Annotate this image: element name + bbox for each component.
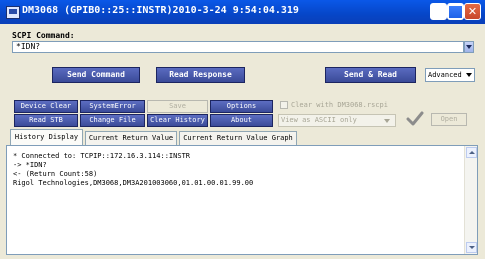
clear-history-button[interactable]: Clear History: [147, 114, 208, 127]
title-bar[interactable]: DM3068 (GPIB0::25::INSTR)2010-3-24 9:54:…: [0, 0, 485, 24]
app-window: DM3068 (GPIB0::25::INSTR)2010-3-24 9:54:…: [0, 0, 485, 259]
change-file-button[interactable]: Change File: [80, 114, 145, 127]
app-icon: [6, 6, 20, 19]
minimize-icon: [431, 4, 446, 19]
arrow-down-icon: [469, 246, 475, 249]
send-command-button[interactable]: Send Command: [52, 67, 140, 83]
send-read-button[interactable]: Send & Read: [325, 67, 416, 83]
tab-history-display[interactable]: History Display: [10, 129, 83, 146]
scpi-command-input[interactable]: *IDN?: [12, 41, 464, 53]
maximize-button[interactable]: [447, 3, 464, 20]
save-button[interactable]: Save: [147, 100, 208, 113]
scroll-up-button[interactable]: [466, 147, 477, 158]
clear-with-file-label: Clear with DM3068.rscpi: [291, 101, 388, 109]
clear-with-file-checkbox[interactable]: [280, 101, 288, 109]
about-button[interactable]: About: [210, 114, 273, 127]
close-button[interactable]: ✕: [464, 3, 481, 20]
checkmark-icon: [406, 111, 424, 126]
minimize-button[interactable]: [430, 3, 447, 20]
tab-current-return-value[interactable]: Current Return Value: [85, 131, 177, 145]
open-button[interactable]: Open: [431, 113, 467, 126]
view-mode-value: View as ASCII only: [281, 116, 357, 124]
read-response-button[interactable]: Read Response: [156, 67, 245, 83]
tab-current-return-value-graph[interactable]: Current Return Value Graph: [179, 131, 297, 145]
view-mode-select[interactable]: View as ASCII only: [278, 114, 396, 127]
scpi-command-label: SCPI Command:: [12, 31, 75, 40]
chevron-down-icon: [466, 45, 472, 49]
maximize-icon: [448, 4, 463, 19]
arrow-up-icon: [469, 151, 475, 154]
window-title: DM3068 (GPIB0::25::INSTR)2010-3-24 9:54:…: [22, 5, 299, 16]
close-icon: ✕: [467, 5, 478, 18]
read-stb-button[interactable]: Read STB: [14, 114, 78, 127]
history-line: -> *IDN?: [13, 161, 47, 169]
scroll-down-button[interactable]: [466, 242, 477, 253]
chevron-down-icon: [466, 73, 472, 77]
history-line: Rigol Technologies,DM3068,DM3A201003060,…: [13, 179, 254, 187]
history-display-panel[interactable]: * Connected to: TCPIP::172.16.3.114::INS…: [6, 145, 478, 255]
vertical-scrollbar[interactable]: [464, 146, 477, 254]
device-clear-button[interactable]: Device Clear: [14, 100, 78, 113]
chevron-down-icon: [384, 119, 390, 123]
advanced-select[interactable]: Advanced: [425, 68, 475, 82]
system-error-button[interactable]: SystemError: [80, 100, 145, 113]
options-button[interactable]: Options: [210, 100, 273, 113]
history-line: <- (Return Count:58): [13, 170, 98, 178]
history-line: * Connected to: TCPIP::172.16.3.114::INS…: [13, 152, 191, 160]
scpi-command-dropdown[interactable]: [464, 41, 474, 53]
advanced-select-value: Advanced: [428, 71, 462, 79]
